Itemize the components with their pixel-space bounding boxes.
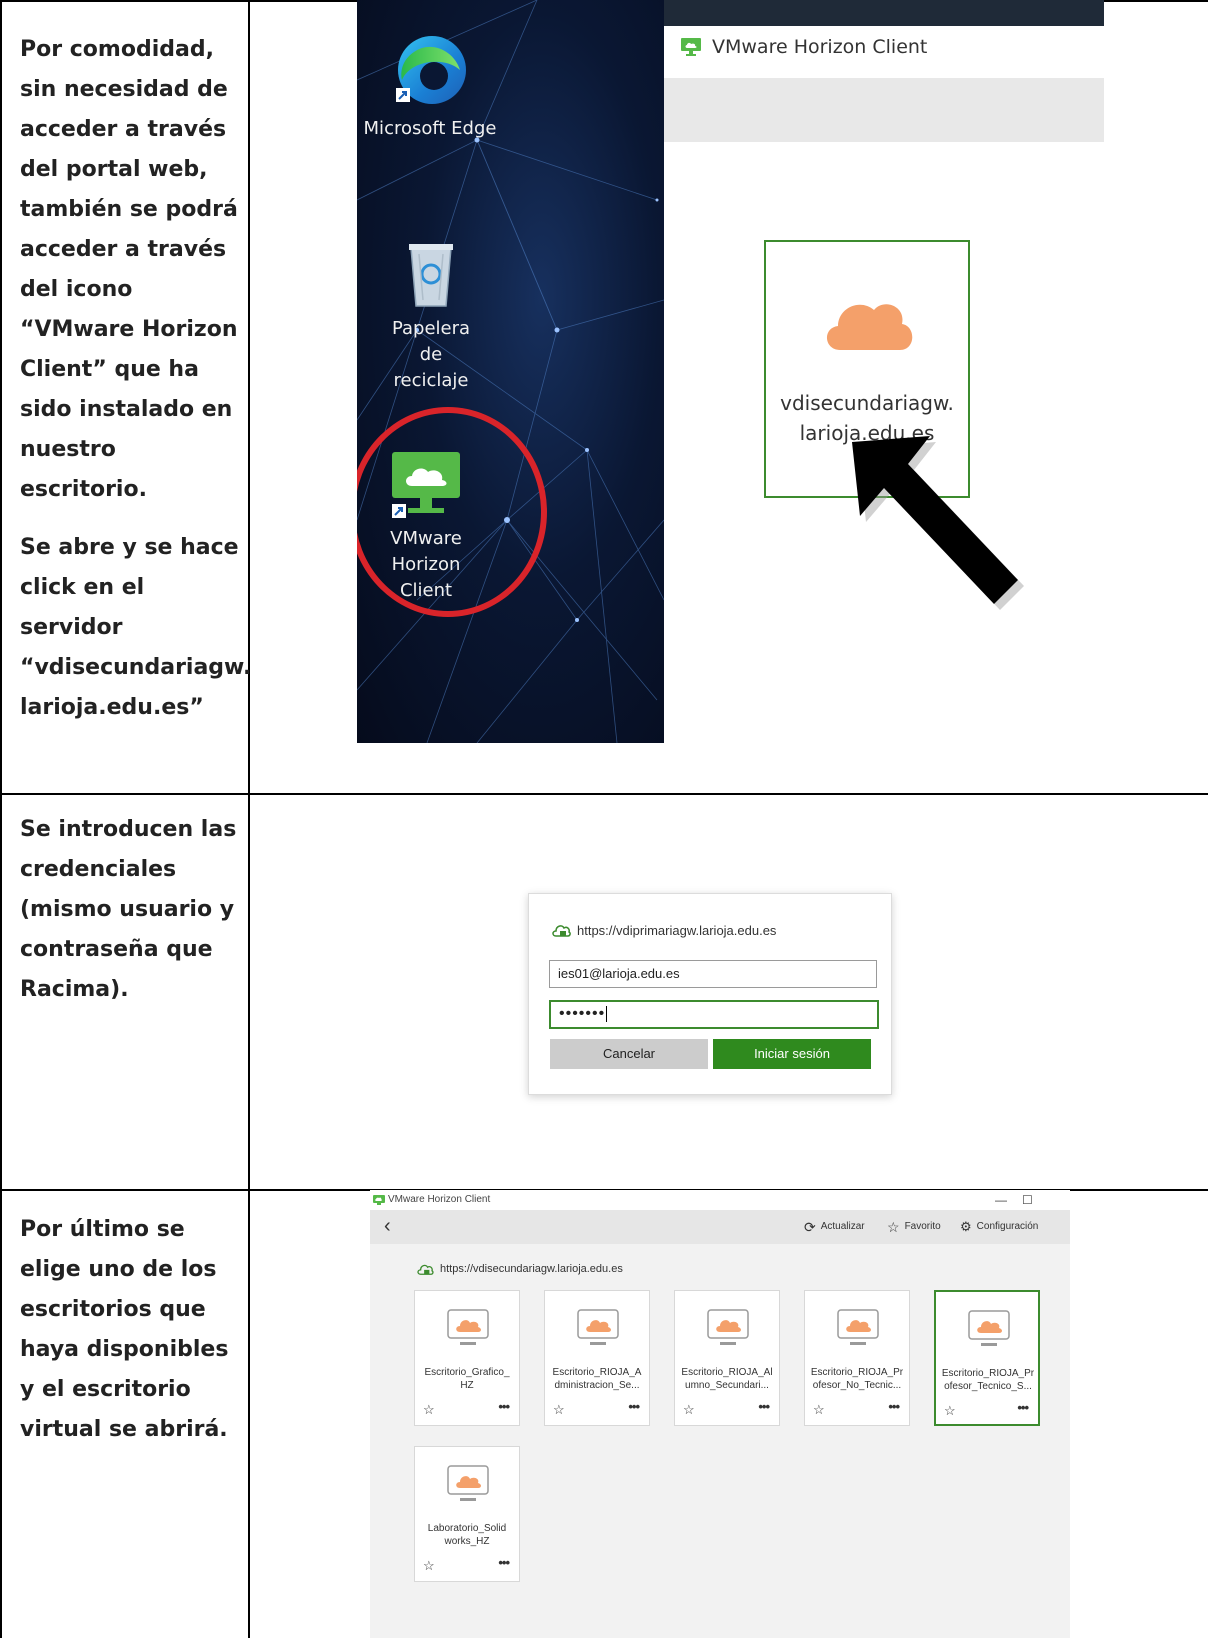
horizon-app-icon-small	[373, 1195, 385, 1205]
toolbar-band	[664, 78, 1104, 142]
cloud-icon	[826, 304, 913, 350]
row1-paragraph-1: Por comodidad, sin necesidad de acceder …	[20, 37, 238, 502]
desktop-icon-recycle-bin-label: Papelera de reciclaje	[391, 318, 471, 391]
cancel-button[interactable]: Cancelar	[550, 1039, 708, 1069]
window-title: VMware Horizon Client	[388, 1194, 491, 1205]
more-options-icon[interactable]: •••	[888, 1399, 900, 1414]
gear-icon: ⚙	[960, 1219, 972, 1234]
row1-paragraph-2: Se abre y se hace click en el servidor “…	[20, 535, 252, 720]
favorite-star-icon[interactable]: ☆	[423, 1558, 435, 1574]
login-dialog: https://vdiprimariagw.larioja.edu.es ies…	[528, 893, 892, 1095]
desktop-name: Escritorio_RIOJA_Pr ofesor_No_Tecnic...	[810, 1367, 904, 1391]
server-url: https://vdisecundariagw.larioja.edu.es	[416, 1262, 623, 1276]
monitor-icon	[837, 1309, 879, 1345]
row2-paragraph: Se introducen las credenciales (mismo us…	[20, 817, 237, 1002]
settings-button[interactable]: ⚙ Configuración	[960, 1210, 1038, 1244]
table-border-left	[0, 0, 2, 1638]
maximize-icon[interactable]: ☐	[1022, 1190, 1033, 1210]
favorite-star-icon[interactable]: ☆	[944, 1403, 956, 1419]
minimize-icon[interactable]: —	[995, 1190, 1007, 1210]
window-toolbar: ‹ ⟳ Actualizar ☆ Favorito ⚙ Configuració…	[370, 1210, 1070, 1244]
desktop-tile[interactable]: Escritorio_RIOJA_Pr ofesor_No_Tecnic... …	[804, 1290, 910, 1426]
refresh-icon: ⟳	[804, 1219, 816, 1235]
desktop-icon-edge-label: Microsoft Edge	[363, 118, 497, 139]
table-row-divider-1	[0, 793, 1208, 795]
favorite-star-icon[interactable]: ☆	[813, 1402, 825, 1418]
password-field[interactable]: •••••••	[549, 1000, 879, 1029]
favorite-label: Favorito	[904, 1221, 941, 1232]
edge-icon	[396, 36, 466, 104]
sign-in-button[interactable]: Iniciar sesión	[713, 1039, 871, 1069]
pointer-arrow	[852, 436, 1024, 610]
desktop-name: Laboratorio_Solid works_HZ	[427, 1523, 507, 1547]
horizon-window-title: VMware Horizon Client	[680, 36, 927, 58]
text-caret	[606, 1005, 608, 1022]
settings-label: Configuración	[976, 1221, 1039, 1232]
horizon-client-window: VMware Horizon Client vdisecundariagw. l…	[664, 0, 1104, 743]
row3-paragraph: Por último se elige uno de los escritori…	[20, 1217, 229, 1442]
more-options-icon[interactable]: •••	[498, 1555, 510, 1570]
table-column-divider	[248, 0, 250, 1638]
desktop-icon-recycle-bin[interactable]: Papelera de reciclaje	[357, 240, 506, 394]
desktop-tile[interactable]: Laboratorio_Solid works_HZ ☆ •••	[414, 1446, 520, 1582]
desktop-tile[interactable]: Escritorio_RIOJA_A dministracion_Se... ☆…	[544, 1290, 650, 1426]
refresh-button[interactable]: ⟳ Actualizar	[804, 1210, 865, 1244]
taskbar-strip	[664, 0, 1104, 26]
more-options-icon[interactable]: •••	[758, 1399, 770, 1414]
highlight-circle	[357, 407, 547, 617]
horizon-window-title-text: VMware Horizon Client	[712, 36, 928, 58]
refresh-label: Actualizar	[820, 1221, 865, 1232]
favorite-star-icon[interactable]: ☆	[423, 1402, 435, 1418]
secure-server-icon	[417, 1264, 434, 1275]
secure-server-icon	[552, 925, 571, 937]
star-icon: ☆	[887, 1219, 900, 1235]
more-options-icon[interactable]: •••	[1017, 1400, 1029, 1415]
row2-instructions: Se introducen las credenciales (mismo us…	[20, 810, 240, 1010]
back-arrow-icon[interactable]: ‹	[384, 1214, 391, 1238]
recycle-bin-icon	[409, 244, 453, 307]
monitor-icon	[577, 1309, 619, 1345]
monitor-icon	[707, 1309, 749, 1345]
monitor-icon	[447, 1309, 489, 1345]
login-server-url: https://vdiprimariagw.larioja.edu.es	[551, 922, 776, 938]
desktop-tile[interactable]: Escritorio_Grafico_ HZ ☆ •••	[414, 1290, 520, 1426]
monitor-icon	[968, 1310, 1010, 1346]
window-titlebar: VMware Horizon Client — ☐	[370, 1190, 1070, 1210]
username-field[interactable]: ies01@larioja.edu.es	[549, 960, 877, 988]
favorite-button[interactable]: ☆ Favorito	[887, 1210, 941, 1244]
favorite-star-icon[interactable]: ☆	[553, 1402, 565, 1418]
more-options-icon[interactable]: •••	[628, 1399, 640, 1414]
desktop-icon-edge[interactable]: Microsoft Edge	[357, 30, 505, 142]
desktop-tile-selected[interactable]: Escritorio_RIOJA_Pr ofesor_Tecnico_S... …	[934, 1290, 1040, 1426]
desktop-name: Escritorio_Grafico_ HZ	[424, 1367, 510, 1391]
favorite-star-icon[interactable]: ☆	[683, 1402, 695, 1418]
more-options-icon[interactable]: •••	[498, 1399, 510, 1414]
row1-instructions: Por comodidad, sin necesidad de acceder …	[20, 30, 252, 728]
server-url-text: https://vdisecundariagw.larioja.edu.es	[440, 1263, 623, 1275]
desktop-selection-window: VMware Horizon Client — ☐ ‹ ⟳ Actualizar…	[370, 1190, 1070, 1638]
desktop-tile[interactable]: Escritorio_RIOJA_Al umno_Secundari... ☆ …	[674, 1290, 780, 1426]
monitor-icon	[447, 1465, 489, 1501]
password-mask: •••••••	[559, 1005, 606, 1022]
row3-instructions: Por último se elige uno de los escritori…	[20, 1210, 240, 1450]
desktop-name: Escritorio_RIOJA_A dministracion_Se...	[552, 1367, 642, 1391]
login-server-url-text: https://vdiprimariagw.larioja.edu.es	[577, 922, 777, 938]
desktop-name: Escritorio_RIOJA_Al umno_Secundari...	[681, 1367, 773, 1391]
windows-desktop-screenshot: Microsoft Edge Papelera de reciclaje VMw…	[357, 0, 664, 743]
desktop-name: Escritorio_RIOJA_Pr ofesor_Tecnico_S...	[941, 1368, 1035, 1392]
horizon-app-icon	[681, 38, 701, 56]
